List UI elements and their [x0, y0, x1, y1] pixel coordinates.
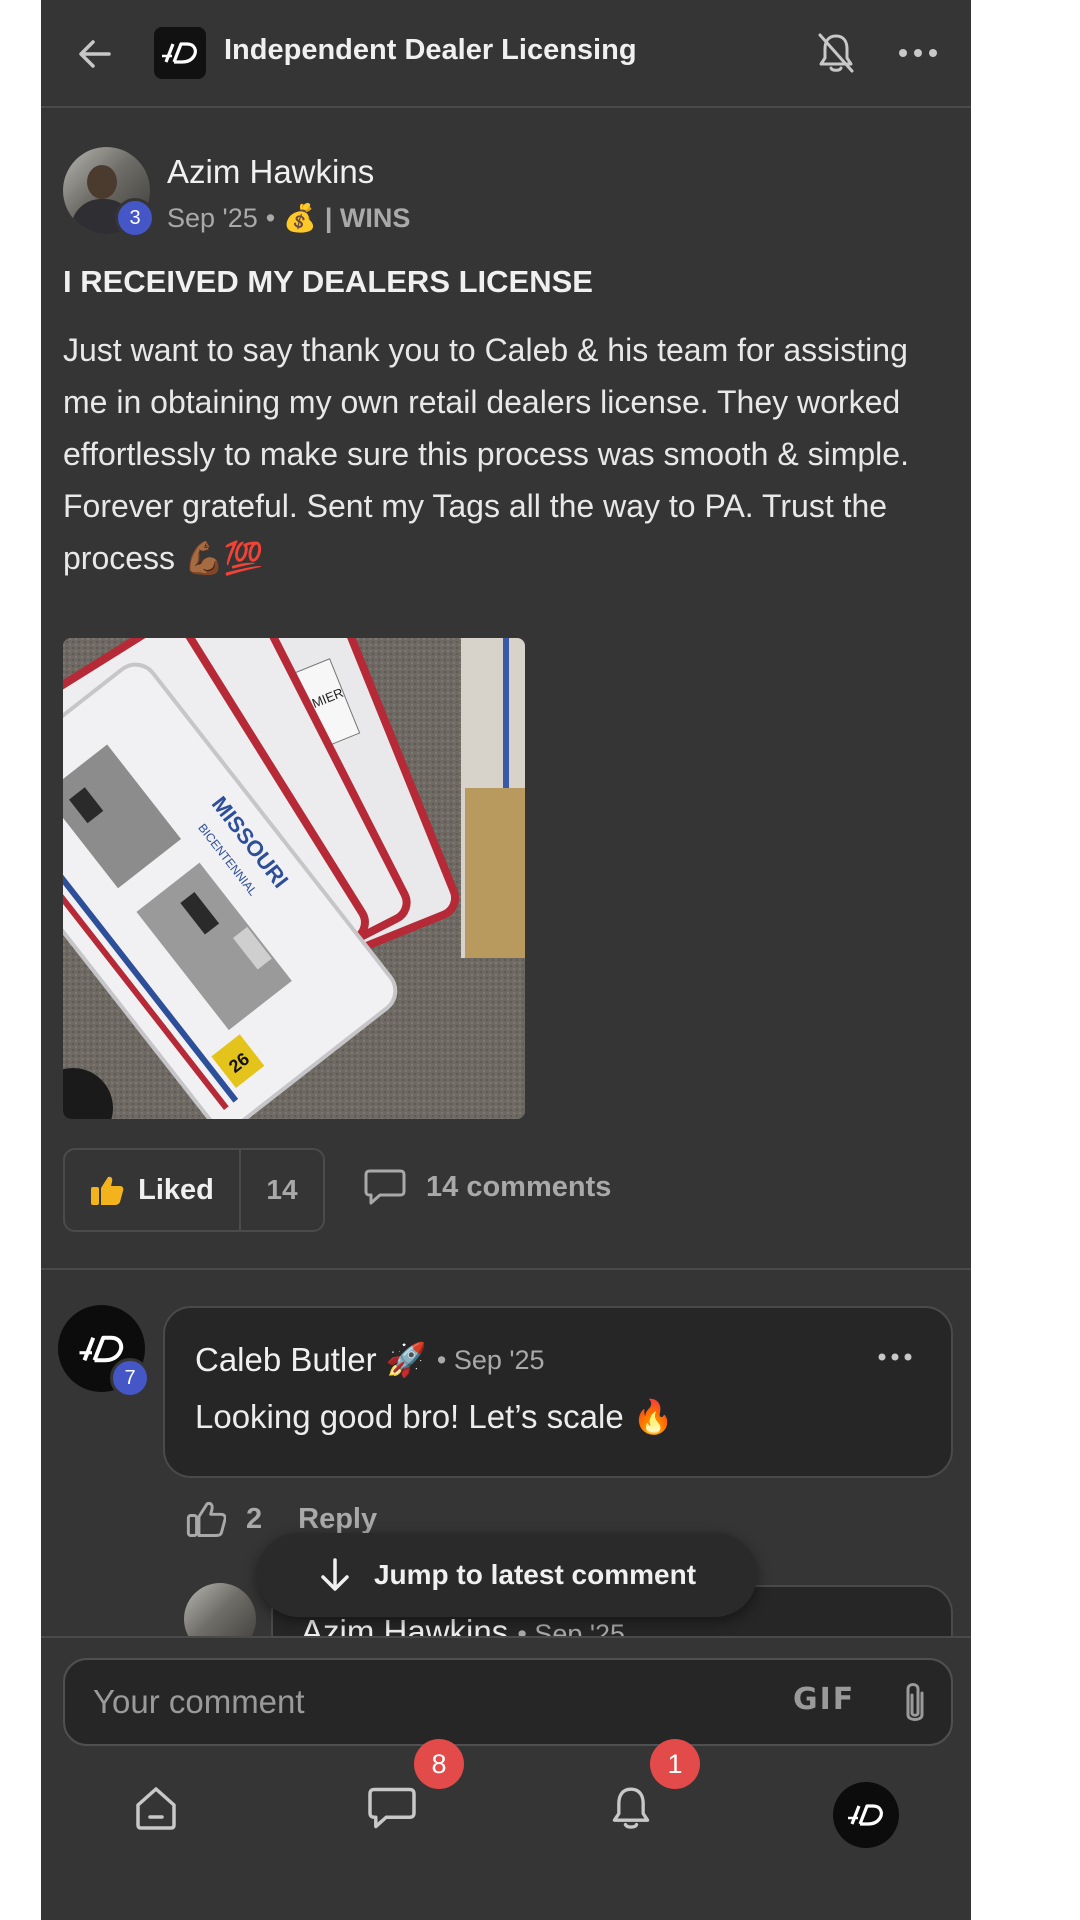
- post-category[interactable]: | WINS: [325, 203, 411, 234]
- post-meta: Sep '25 • 💰 | WINS: [167, 202, 410, 234]
- arrow-left-icon: [79, 40, 111, 68]
- mute-notifications-button[interactable]: [811, 28, 861, 78]
- comment-author-row: Caleb Butler 🚀 • Sep '25: [195, 1341, 545, 1380]
- home-icon: [136, 1787, 176, 1830]
- comment-text: Looking good bro! Let’s scale 🔥: [195, 1398, 674, 1435]
- comments-count-label: 14 comments: [426, 1170, 612, 1203]
- jump-to-latest-button[interactable]: Jump to latest comment: [257, 1533, 757, 1617]
- nav-notifications[interactable]: [596, 1773, 666, 1843]
- notifications-badge: 1: [650, 1739, 700, 1789]
- chat-icon: [368, 1787, 416, 1829]
- comment-like-count: 2: [246, 1502, 263, 1535]
- more-dots-icon: [878, 1353, 912, 1361]
- comment-more-button[interactable]: [873, 1342, 917, 1372]
- thumbs-up-icon: [91, 1176, 124, 1205]
- top-bar: Independent Dealer Licensing: [41, 0, 971, 108]
- post-image[interactable]: DEALERS PREMIER MISSOURI BICENTENNIAL: [63, 638, 525, 1119]
- jump-label: Jump to latest comment: [373, 1559, 697, 1590]
- group-logo[interactable]: [154, 27, 206, 79]
- nav-chat[interactable]: [357, 1773, 427, 1843]
- reply-button[interactable]: Reply: [298, 1503, 377, 1536]
- thumbs-up-outline-icon[interactable]: [186, 1500, 226, 1538]
- back-button[interactable]: [71, 30, 119, 78]
- license-plates-image: DEALERS PREMIER MISSOURI BICENTENNIAL: [63, 638, 525, 1119]
- like-label: Liked: [138, 1173, 214, 1206]
- app-screen: Independent Dealer Licensing 3 Azim Hawk…: [41, 0, 971, 1920]
- comment-bubble: Caleb Butler 🚀 • Sep '25 Looking good br…: [163, 1306, 953, 1478]
- id-logo-icon: [848, 1804, 883, 1826]
- bell-off-icon: [818, 33, 854, 73]
- comment-icon: [364, 1169, 406, 1205]
- gif-button[interactable]: GIF: [793, 1682, 855, 1717]
- nav-profile[interactable]: [833, 1782, 899, 1848]
- comment-input-box: GIF: [63, 1658, 953, 1746]
- like-box: Liked 14: [63, 1148, 325, 1232]
- post-body: Just want to say thank you to Caleb & hi…: [63, 332, 909, 576]
- meta-separator: •: [265, 202, 276, 233]
- author-name[interactable]: Azim Hawkins: [167, 153, 374, 191]
- group-title: Independent Dealer Licensing: [224, 34, 637, 66]
- like-count[interactable]: 14: [241, 1174, 323, 1206]
- category-emoji: 💰: [283, 203, 317, 233]
- attach-button[interactable]: [893, 1676, 937, 1732]
- like-button[interactable]: Liked: [65, 1150, 241, 1230]
- more-options-button[interactable]: [893, 28, 943, 78]
- post-date: Sep '25: [167, 202, 258, 233]
- chat-badge: 8: [414, 1739, 464, 1789]
- bell-icon: [612, 1787, 650, 1829]
- arrow-down-icon: [321, 1558, 349, 1591]
- divider: [41, 1268, 971, 1270]
- composer-bar: GIF 8 1: [41, 1636, 971, 1920]
- comment-date: • Sep '25: [436, 1345, 545, 1375]
- commenter-level-badge: 7: [110, 1358, 150, 1398]
- post-title: I RECEIVED MY DEALERS LICENSE: [63, 264, 593, 299]
- nav-home[interactable]: [121, 1773, 191, 1843]
- comment-input[interactable]: [93, 1674, 733, 1730]
- comment-author[interactable]: Caleb Butler 🚀: [195, 1341, 427, 1380]
- author-level-badge: 3: [115, 198, 155, 238]
- id-logo-icon: [162, 42, 197, 64]
- comments-link[interactable]: 14 comments: [364, 1168, 611, 1206]
- paperclip-icon: [906, 1683, 924, 1721]
- more-dots-icon: [899, 49, 937, 57]
